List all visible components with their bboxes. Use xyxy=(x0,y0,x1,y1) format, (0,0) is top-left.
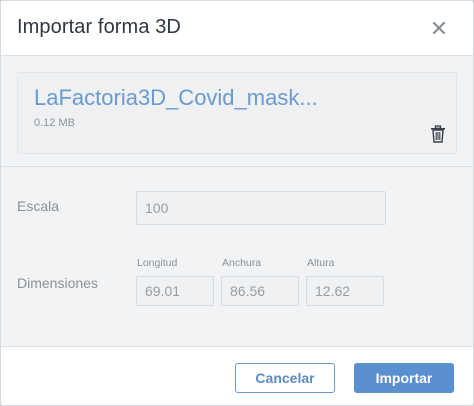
width-input[interactable]: 86.56 xyxy=(221,276,299,306)
scale-input[interactable]: 100 xyxy=(136,191,386,225)
close-icon[interactable]: ✕ xyxy=(427,17,451,41)
dialog-title: Importar forma 3D xyxy=(17,16,181,38)
cancel-button[interactable]: Cancelar xyxy=(235,363,335,393)
import-button[interactable]: Importar xyxy=(354,363,454,393)
import-3d-shape-dialog: Importar forma 3D ✕ LaFactoria3D_Covid_m… xyxy=(0,0,474,406)
file-name: LaFactoria3D_Covid_mask... xyxy=(34,85,318,110)
dialog-footer: Cancelar Importar xyxy=(1,346,473,405)
file-size: 0.12 MB xyxy=(34,117,75,129)
width-label: Anchura xyxy=(222,257,262,269)
length-label: Longitud xyxy=(137,257,178,269)
file-card: LaFactoria3D_Covid_mask... 0.12 MB xyxy=(17,72,457,154)
trash-icon[interactable] xyxy=(430,125,446,143)
height-label: Altura xyxy=(307,257,335,269)
length-input[interactable]: 69.01 xyxy=(136,276,214,306)
section-divider xyxy=(1,166,473,167)
dialog-header: Importar forma 3D ✕ xyxy=(1,1,473,56)
scale-label: Escala xyxy=(17,198,60,214)
height-input[interactable]: 12.62 xyxy=(306,276,384,306)
dimensions-label: Dimensiones xyxy=(17,275,98,291)
